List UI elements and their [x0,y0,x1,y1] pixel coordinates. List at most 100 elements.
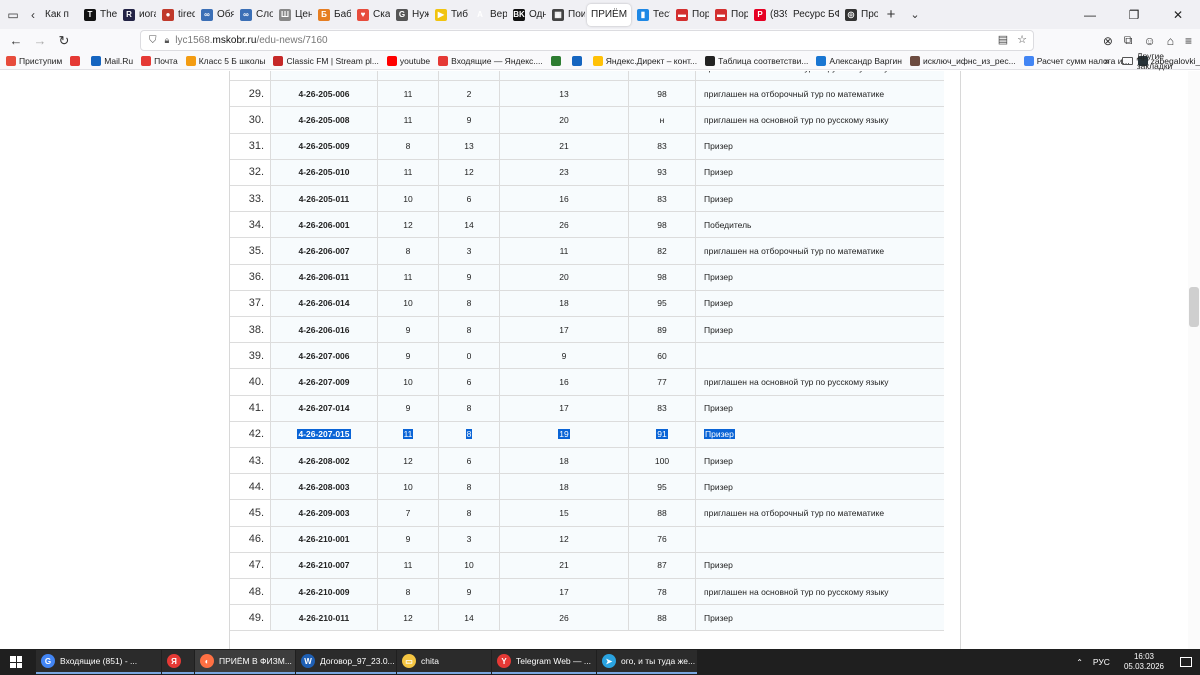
taskbar-app-2[interactable]: ◐ ПРИЁМ В ФИЗМ... [195,650,295,674]
cell-sum-text: 11 [559,245,569,256]
tab-favicon-icon: ▶ [435,8,447,21]
tab-14[interactable]: ПРИЁМ✕ [587,3,631,26]
tab-list-chevron-icon[interactable]: ⌄ [903,0,927,29]
menu-icon[interactable]: ≡ [1185,34,1192,48]
forward-icon[interactable]: → [28,29,52,52]
cell-code: 4-26-208-002 [271,448,378,474]
tab-3[interactable]: ● tired [158,4,195,26]
page-scrollbar[interactable] [1188,71,1200,649]
bookmark-star-icon[interactable]: ☆ [1017,33,1027,46]
clock-time: 16:03 [1133,652,1154,661]
cell-b-text: 9 [466,114,472,125]
bookmark-item[interactable]: youtube [386,55,430,66]
tab-9[interactable]: G Нужн [392,4,429,26]
bookmark-item[interactable]: Класс 5 Б школы [185,55,265,66]
cell-code-text: 4-26-210-009 [298,586,350,597]
other-bookmarks[interactable]: Другие закладки [1122,51,1200,71]
taskbar-app-1[interactable]: Я [162,650,194,674]
bookmark-item[interactable]: Classic FM | Stream pl... [273,55,379,66]
cell-b: 14 [439,605,500,631]
start-button[interactable] [0,649,32,675]
account-icon[interactable]: ☺ [1143,34,1155,48]
bookmark-item[interactable]: Mail.Ru [91,55,133,66]
maximize-icon[interactable]: ❐ [1112,0,1156,29]
input-language[interactable]: РУС [1093,657,1110,667]
bookmark-item[interactable] [70,55,83,66]
extensions-icon[interactable]: ⧉ [1124,33,1133,48]
clock[interactable]: 16:03 05.03.2026 [1124,652,1164,672]
tab-0[interactable]: Как п [41,4,78,26]
tab-17[interactable]: ▬ Портс [711,4,748,26]
cell-b-text: 13 [464,141,474,152]
bookmark-item[interactable] [571,55,585,66]
cell-b: 6 [439,369,500,395]
page-content[interactable]: 28. 4-26-205-005 11 6 17 74 приглашен на основ… [0,71,1200,649]
bookmark-item[interactable]: Приступим [6,55,62,66]
taskbar-app-0[interactable]: G Входящие (851) - ... [36,650,161,674]
bookmark-item[interactable] [550,55,564,66]
back-icon[interactable]: ← [4,29,28,52]
tab-13[interactable]: ▦ Поиск [548,4,585,26]
new-tab-icon[interactable]: + [879,0,903,29]
tabs-scroll-left-icon[interactable]: ‹ [26,0,40,29]
tab-4[interactable]: ∞ Обяза [197,4,234,26]
tab-5[interactable]: ∞ Сложн [236,4,273,26]
close-window-icon[interactable]: ✕ [1156,0,1200,29]
bookmark-item[interactable]: Таблица соответстви... [705,55,808,66]
tab-6[interactable]: Ш Центр [275,4,312,26]
tray-overflow-icon[interactable]: ⌃ [1076,658,1083,667]
lock-icon[interactable]: 🔒︎ [165,35,170,46]
tab-7[interactable]: Б Бабуш [314,4,351,26]
page-scrollbar-thumb[interactable] [1189,287,1199,327]
cell-code: 4-26-207-009 [271,369,378,395]
cell-status: Победитель [696,212,944,238]
cell-status: Призер [696,159,944,185]
minimize-icon[interactable]: — [1068,0,1112,29]
bookmark-item[interactable]: Расчет сумм налога и... [1023,55,1130,66]
taskbar-app-3[interactable]: W Договор_97_23.0... [296,650,396,674]
tab-12[interactable]: BK Одно [509,4,546,26]
tab-8[interactable]: ♥ Скача [353,4,390,26]
tab-2[interactable]: Rиоган [119,4,156,26]
table-row: 49. 4-26-210-011 12 14 26 88 Призер [230,605,944,632]
taskbar-app-5[interactable]: Y Telegram Web — ... [492,650,596,674]
taskbar-app-4[interactable]: ▭ chita [397,650,491,674]
bookmark-item[interactable]: исключ_ифнс_из_рес... [909,55,1016,66]
bookmarks-overflow-icon[interactable]: » [1104,52,1110,70]
cell-b-text: 8 [466,507,472,518]
cell-a: 11 [378,264,439,290]
taskbar-app-icon: Я [167,654,181,668]
tab-20[interactable]: ◎ Прозр [841,4,878,26]
cell-sum-text: 17 [559,71,568,73]
cell-sum: 18 [500,290,629,316]
taskbar-app-6[interactable]: ➤ ого, и ты туда же... [597,650,697,674]
tab-16[interactable]: ▬ Портс [672,4,709,26]
bookmark-item[interactable]: Александр Варгин [816,55,902,66]
tab-15[interactable]: ▮ Тест п [633,4,670,26]
address-bar[interactable]: ⛉ 🔒︎ lyc1568. mskobr.ru/edu-news/7160 ▤ ☆ [140,30,1034,51]
cell-status: Призер [696,317,944,343]
cell-status-text: приглашен на основной тур по русскому яз… [704,586,889,597]
bookmark-item[interactable]: Входящие — Яндекс.... [438,55,543,66]
tab-overview-icon[interactable]: ▭ [0,0,26,29]
cell-num-text: 49. [248,611,264,624]
cell-b-text: 12 [464,167,474,178]
shortcuts-icon[interactable]: ⌂ [1167,34,1174,48]
cell-code-text: 4-26-208-002 [298,455,350,466]
reader-view-icon[interactable]: ▤ [998,33,1008,46]
cell-code: 4-26-205-006 [271,81,378,107]
cell-pct: 91 [629,421,696,447]
cell-pct: 89 [629,317,696,343]
tab-1[interactable]: T The D [80,4,117,26]
adblock-icon[interactable]: ⊗ [1103,34,1113,48]
tab-18[interactable]: P (839) [750,4,787,26]
notifications-icon[interactable] [1180,657,1192,667]
bookmark-item[interactable]: Яндекс.Директ – конт... [592,55,697,66]
cell-status-text: Призер [704,141,733,152]
tab-19[interactable]: Ресурс БФ [789,4,839,26]
tab-11[interactable]: A Верхо [470,4,507,26]
bookmark-item[interactable]: Почта [141,55,178,66]
tab-10[interactable]: ▶ Тибет [431,4,468,26]
reload-icon[interactable]: ↻ [52,29,76,52]
shield-icon[interactable]: ⛉ [149,35,157,46]
